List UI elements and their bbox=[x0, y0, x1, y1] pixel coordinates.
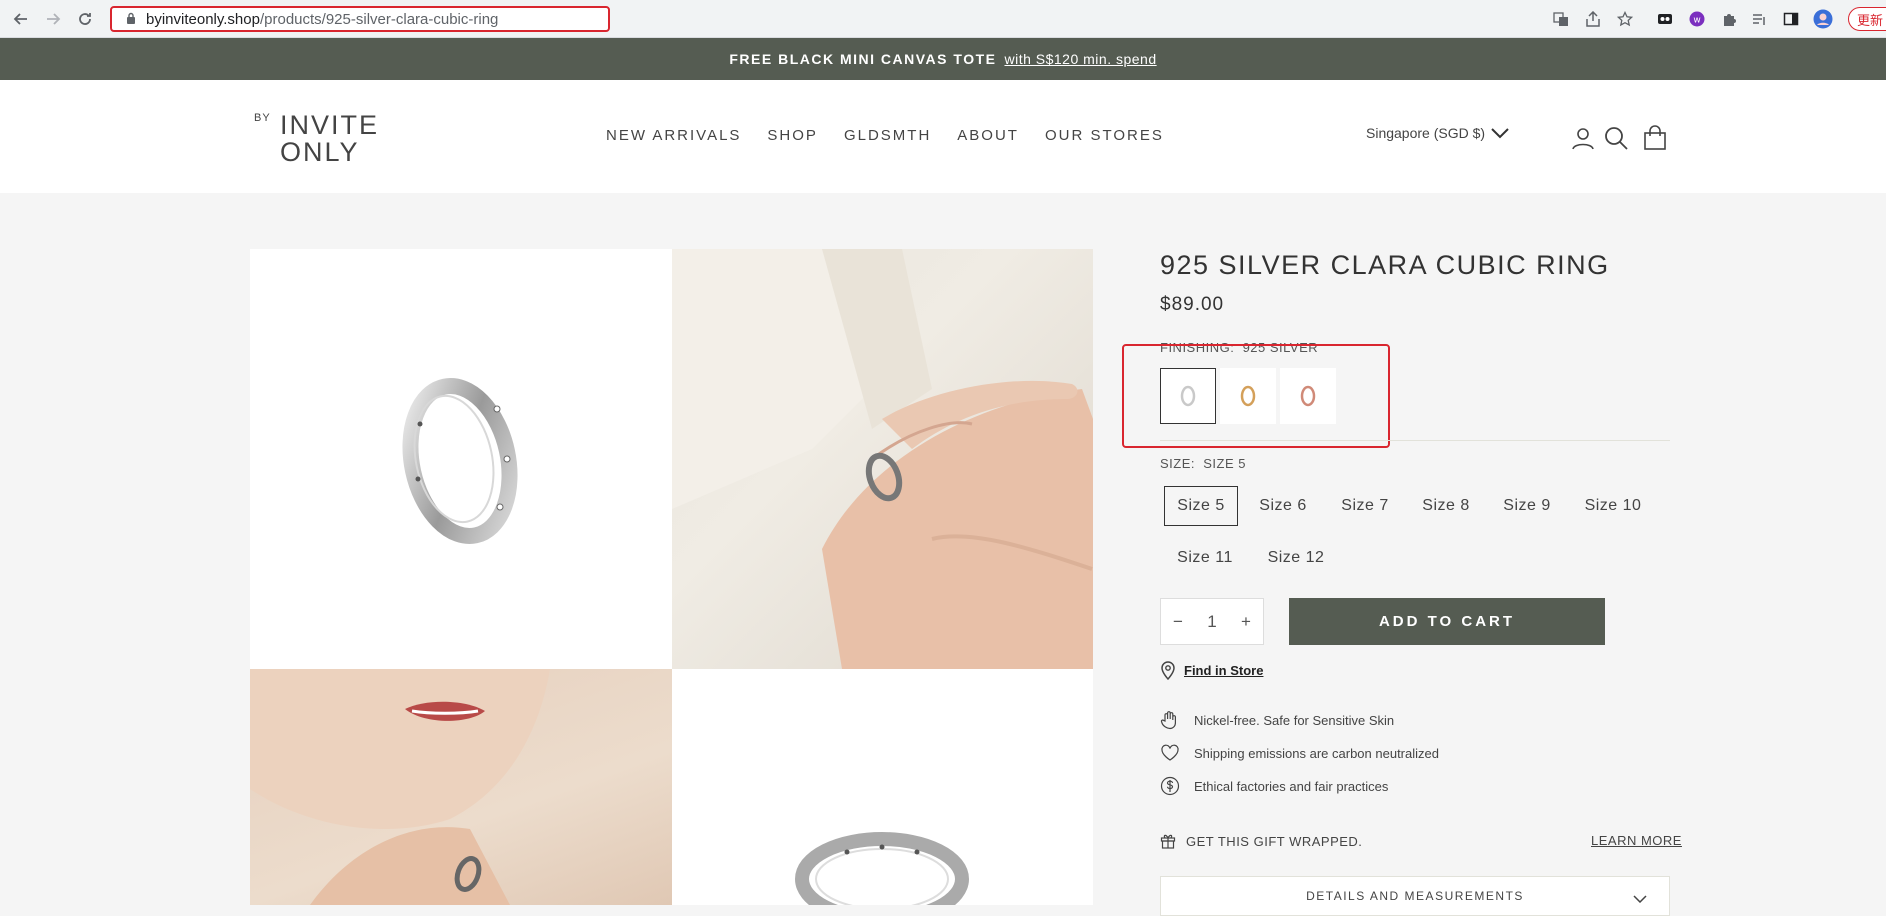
nav-our-stores[interactable]: OUR STORES bbox=[1045, 127, 1164, 144]
product-image-model-hand[interactable] bbox=[672, 249, 1093, 669]
profile-avatar-icon[interactable] bbox=[1813, 9, 1833, 29]
location-pin-icon bbox=[1161, 661, 1175, 680]
side-panel-icon[interactable] bbox=[1781, 9, 1801, 29]
extension-purple-icon[interactable]: w bbox=[1687, 9, 1707, 29]
update-label: 更新 bbox=[1857, 12, 1884, 28]
browser-toolbar: byinviteonly.shop/products/925-silver-cl… bbox=[0, 0, 1886, 38]
size-option-8[interactable]: Size 8 bbox=[1409, 486, 1483, 526]
find-in-store: Find in Store bbox=[1160, 660, 1263, 680]
chevron-down-icon bbox=[1633, 895, 1647, 903]
nav-shop[interactable]: SHOP bbox=[767, 127, 818, 144]
search-icon[interactable] bbox=[1603, 125, 1629, 151]
finish-swatch-silver[interactable] bbox=[1160, 368, 1216, 424]
chevron-down-icon bbox=[1491, 128, 1509, 139]
extension-icon[interactable] bbox=[1655, 9, 1675, 29]
back-icon[interactable] bbox=[10, 8, 32, 30]
size-option-10[interactable]: Size 10 bbox=[1572, 486, 1654, 526]
svg-text:w: w bbox=[1693, 16, 1700, 26]
currency-selector[interactable]: Singapore (SGD $) bbox=[1366, 125, 1509, 141]
nav-gldsmth[interactable]: GLDSMTH bbox=[844, 127, 931, 144]
address-bar[interactable]: byinviteonly.shop/products/925-silver-cl… bbox=[110, 6, 610, 32]
dollar-badge-icon bbox=[1160, 776, 1180, 796]
feature-text-3: Ethical factories and fair practices bbox=[1194, 778, 1389, 794]
puzzle-icon[interactable] bbox=[1719, 9, 1739, 29]
brand-logo[interactable]: BY INVITE ONLY bbox=[254, 110, 394, 168]
quantity-value[interactable]: 1 bbox=[1195, 612, 1229, 632]
feature-text-1: Nickel-free. Safe for Sensitive Skin bbox=[1194, 712, 1395, 728]
feature-ethical: Ethical factories and fair practices bbox=[1160, 776, 1388, 796]
heart-icon bbox=[1160, 743, 1180, 763]
size-option-5[interactable]: Size 5 bbox=[1164, 486, 1238, 526]
reading-list-icon[interactable] bbox=[1749, 9, 1769, 29]
gift-wrap-text: GET THIS GIFT WRAPPED. bbox=[1186, 833, 1363, 849]
url-path: /products/925-silver-clara-cubic-ring bbox=[259, 10, 499, 28]
product-title: 925 SILVER CLARA CUBIC RING bbox=[1160, 250, 1610, 280]
size-label-value: SIZE 5 bbox=[1203, 456, 1246, 471]
gift-wrap-row: GET THIS GIFT WRAPPED. bbox=[1160, 833, 1362, 849]
find-in-store-link[interactable]: Find in Store bbox=[1184, 663, 1263, 678]
quantity-stepper: − 1 + bbox=[1160, 598, 1264, 645]
url-domain: byinviteonly.shop bbox=[146, 10, 260, 28]
product-image-angle[interactable] bbox=[672, 669, 1093, 905]
nav-new-arrivals[interactable]: NEW ARRIVALS bbox=[606, 127, 741, 144]
size-option-9[interactable]: Size 9 bbox=[1490, 486, 1564, 526]
add-to-cart-button[interactable]: ADD TO CART bbox=[1289, 598, 1605, 645]
gift-icon bbox=[1160, 834, 1176, 849]
size-option-12[interactable]: Size 12 bbox=[1255, 538, 1337, 578]
forward-icon[interactable] bbox=[42, 8, 64, 30]
size-option-6[interactable]: Size 6 bbox=[1246, 486, 1320, 526]
logo-line2: ONLY bbox=[280, 137, 360, 167]
site-header: BY INVITE ONLY NEW ARRIVALS SHOP GLDSMTH… bbox=[0, 80, 1886, 193]
feature-nickel-free: Nickel-free. Safe for Sensitive Skin bbox=[1160, 710, 1394, 730]
product-image-main[interactable] bbox=[250, 249, 672, 669]
details-accordion[interactable]: DETAILS AND MEASUREMENTS bbox=[1160, 876, 1670, 916]
lock-icon bbox=[126, 11, 136, 28]
size-option-7[interactable]: Size 7 bbox=[1328, 486, 1402, 526]
size-label-key: SIZE: bbox=[1160, 456, 1196, 471]
learn-more-link[interactable]: LEARN MORE bbox=[1591, 833, 1682, 848]
quantity-increase-button[interactable]: + bbox=[1229, 612, 1263, 632]
finish-swatch-rose-gold[interactable] bbox=[1280, 368, 1336, 424]
update-button[interactable]: 更新 bbox=[1848, 7, 1886, 31]
reload-icon[interactable] bbox=[74, 8, 96, 30]
cart-bag-icon[interactable] bbox=[1642, 125, 1668, 151]
hand-icon bbox=[1160, 710, 1180, 730]
product-price: $89.00 bbox=[1160, 294, 1225, 315]
currency-label: Singapore (SGD $) bbox=[1366, 125, 1486, 141]
logo-by: BY bbox=[254, 112, 271, 124]
quantity-decrease-button[interactable]: − bbox=[1161, 612, 1195, 632]
account-icon[interactable] bbox=[1570, 125, 1596, 151]
main-navigation: NEW ARRIVALS SHOP GLDSMTH ABOUT OUR STOR… bbox=[606, 127, 1190, 144]
nav-about[interactable]: ABOUT bbox=[957, 127, 1019, 144]
feature-carbon-neutral: Shipping emissions are carbon neutralize… bbox=[1160, 743, 1439, 763]
size-label: SIZE: SIZE 5 bbox=[1160, 456, 1246, 471]
details-label: DETAILS AND MEASUREMENTS bbox=[1306, 889, 1524, 903]
announcement-bar: FREE BLACK MINI CANVAS TOTE with S$120 m… bbox=[0, 38, 1886, 80]
size-option-11[interactable]: Size 11 bbox=[1164, 538, 1246, 578]
divider bbox=[1160, 440, 1670, 441]
announcement-text: FREE BLACK MINI CANVAS TOTE bbox=[729, 51, 997, 67]
translate-icon[interactable] bbox=[1551, 9, 1571, 29]
bookmark-star-icon[interactable] bbox=[1615, 9, 1635, 29]
finish-swatch-gold[interactable] bbox=[1220, 368, 1276, 424]
announcement-link[interactable]: with S$120 min. spend bbox=[1004, 51, 1156, 67]
product-image-model-face[interactable] bbox=[250, 669, 672, 905]
feature-text-2: Shipping emissions are carbon neutralize… bbox=[1194, 745, 1439, 761]
share-icon[interactable] bbox=[1583, 9, 1603, 29]
